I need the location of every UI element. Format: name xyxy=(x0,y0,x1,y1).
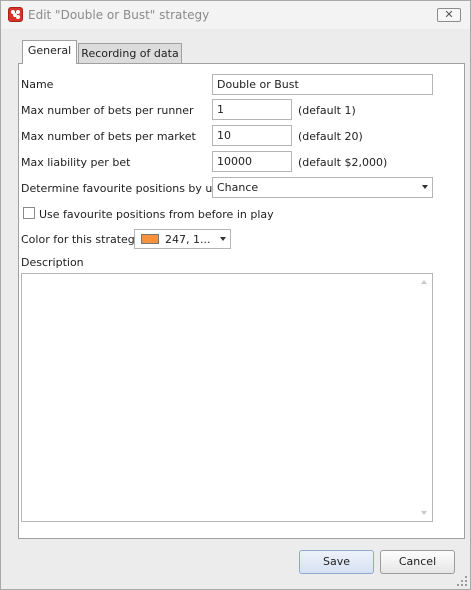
description-scrollbar[interactable] xyxy=(416,274,432,521)
color-value: 247, 1... xyxy=(165,233,211,246)
max-bets-runner-hint: (default 1) xyxy=(298,104,356,117)
color-dropdown[interactable]: 247, 1... xyxy=(134,229,231,249)
edit-strategy-dialog: Edit "Double or Bust" strategy ✕ General… xyxy=(0,0,471,590)
max-bets-runner-label: Max number of bets per runner xyxy=(21,104,194,117)
tab-recording-of-data[interactable]: Recording of data xyxy=(78,43,182,64)
fav-positions-dropdown[interactable]: Chance xyxy=(212,177,433,198)
description-label: Description xyxy=(21,256,84,269)
scroll-up-icon[interactable] xyxy=(421,280,427,284)
max-bets-runner-input[interactable]: 1 xyxy=(212,99,292,120)
fav-positions-value: Chance xyxy=(217,181,259,194)
chevron-down-icon xyxy=(220,237,226,241)
chevron-down-icon xyxy=(422,185,428,189)
name-label: Name xyxy=(21,78,54,91)
save-button[interactable]: Save xyxy=(299,550,374,574)
resize-grip-icon[interactable] xyxy=(456,575,468,587)
close-button[interactable]: ✕ xyxy=(437,8,461,22)
max-liability-hint: (default $2,000) xyxy=(298,156,388,169)
max-liability-label: Max liability per bet xyxy=(21,156,131,169)
close-icon: ✕ xyxy=(444,8,454,21)
name-input[interactable]: Double or Bust xyxy=(212,74,433,95)
max-bets-market-input[interactable]: 10 xyxy=(212,125,292,146)
use-fav-before-checkbox[interactable] xyxy=(23,207,35,219)
max-bets-market-hint: (default 20) xyxy=(298,130,363,143)
color-swatch xyxy=(141,234,159,244)
cancel-button[interactable]: Cancel xyxy=(380,550,455,574)
max-liability-input[interactable]: 10000 xyxy=(212,151,292,172)
app-icon xyxy=(8,7,23,22)
fav-positions-label: Determine favourite positions by using xyxy=(21,182,236,195)
scroll-down-icon[interactable] xyxy=(421,511,427,515)
use-fav-before-label: Use favourite positions from before in p… xyxy=(39,208,274,221)
color-label: Color for this strategy xyxy=(21,233,142,246)
title-bar: Edit "Double or Bust" strategy ✕ xyxy=(1,1,470,29)
description-textarea[interactable] xyxy=(21,273,433,522)
tab-general[interactable]: General xyxy=(22,40,77,64)
max-bets-market-label: Max number of bets per market xyxy=(21,130,196,143)
window-title: Edit "Double or Bust" strategy xyxy=(28,8,210,22)
